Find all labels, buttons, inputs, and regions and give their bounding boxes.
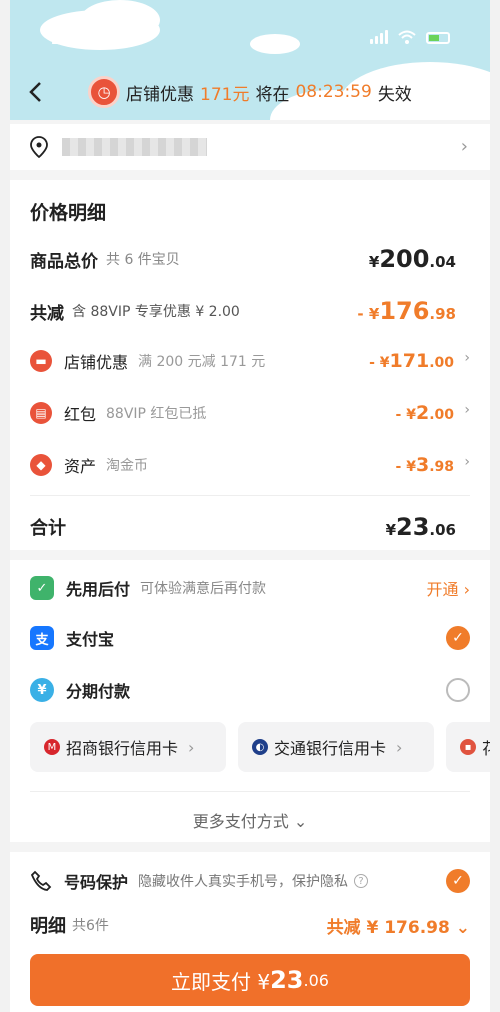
- nav-bar: ◷ 店铺优惠 171元 将在 08:23:59 失效: [10, 76, 490, 112]
- divider: [30, 495, 470, 496]
- radio-button[interactable]: [446, 678, 470, 702]
- payment-method-card: ✓ 先用后付 可体验满意后再付款 开通 › 支 支付宝 ✓ ¥ 分期付款 M 招…: [10, 560, 490, 842]
- bank-option-huabei[interactable]: ▪ 花: [446, 722, 490, 772]
- sum-row: 合计 ¥23.06: [30, 512, 470, 542]
- info-icon[interactable]: ?: [354, 874, 369, 888]
- address-redacted: [62, 138, 207, 156]
- chevron-left-icon: [29, 82, 41, 102]
- pay-later-row[interactable]: ✓ 先用后付 可体验满意后再付款 开通 ›: [30, 572, 470, 604]
- detail-reduce-toggle[interactable]: 共减 ¥ 176.98 ⌄: [327, 913, 470, 938]
- timer-icon: ◷: [88, 76, 120, 108]
- red-packet-icon: ▤: [30, 402, 52, 424]
- asset-tag-icon: ◆: [30, 454, 52, 476]
- reduce-label: 共减: [30, 303, 64, 324]
- bocom-bank-icon: ◐: [252, 739, 268, 755]
- discount-item-shop[interactable]: ▬ 店铺优惠 满 200 元减 171 元 - ¥171.00 ›: [30, 346, 470, 376]
- promo-suffix: 失效: [377, 84, 412, 105]
- detail-row[interactable]: 明细 共6件 共减 ¥ 176.98 ⌄: [30, 910, 470, 940]
- goods-count: 共 6 件宝贝: [106, 252, 180, 268]
- reduce-sub: 含 88VIP 专享优惠 ¥ 2.00: [72, 304, 240, 320]
- price-detail-card: 价格明细 商品总价 共 6 件宝贝 ¥200.04 共减 含 88VIP 专享优…: [10, 180, 490, 550]
- shop-coupon-icon: ▬: [30, 350, 52, 372]
- goods-total-amount: ¥200.04: [368, 245, 456, 273]
- promo-countdown: ◷ 店铺优惠 171元 将在 08:23:59 失效: [88, 76, 412, 108]
- enable-pay-later-link[interactable]: 开通 ›: [427, 576, 471, 600]
- status-bar: 15:50: [10, 20, 490, 50]
- goods-total-label: 商品总价: [30, 251, 98, 272]
- alipay-icon: 支: [30, 626, 54, 650]
- promo-amount: 171元: [200, 84, 250, 105]
- bottom-bar: 号码保护 隐藏收件人真实手机号，保护隐私 ? ✓ 明细 共6件 共减 ¥ 176…: [10, 852, 490, 1012]
- huabei-icon: ▪: [460, 739, 476, 755]
- more-payment-methods[interactable]: 更多支付方式 ⌄: [10, 808, 490, 832]
- sum-label: 合计: [30, 518, 66, 539]
- phone-icon: [30, 870, 52, 891]
- battery-icon: [426, 32, 450, 44]
- goods-total-row: 商品总价 共 6 件宝贝 ¥200.04: [30, 244, 470, 274]
- discount-item-red-packet[interactable]: ▤ 红包 88VIP 红包已抵 - ¥2.00 ›: [30, 398, 470, 428]
- sum-amount: ¥23.06: [385, 513, 456, 541]
- number-protection-row[interactable]: 号码保护 隐藏收件人真实手机号，保护隐私 ? ✓: [30, 866, 470, 896]
- promo-time: 08:23:59: [295, 82, 372, 102]
- alipay-row[interactable]: 支 支付宝 ✓: [30, 622, 470, 654]
- pay-later-icon: ✓: [30, 576, 54, 600]
- location-pin-icon: [30, 136, 48, 158]
- promo-prefix: 店铺优惠: [126, 84, 194, 105]
- pay-now-button[interactable]: 立即支付 ¥23.06: [30, 954, 470, 1006]
- back-button[interactable]: [28, 80, 42, 110]
- installment-row[interactable]: ¥ 分期付款: [30, 674, 470, 706]
- signal-icon: [370, 30, 388, 44]
- total-reduce-row: 共减 含 88VIP 专享优惠 ¥ 2.00 - ¥176.98: [30, 296, 470, 326]
- divider: [30, 791, 470, 792]
- bank-option-bocom[interactable]: ◐ 交通银行信用卡 ›: [238, 722, 434, 772]
- chevron-right-icon: ›: [460, 136, 468, 157]
- installment-icon: ¥: [30, 678, 54, 702]
- promo-mid: 将在: [255, 84, 290, 105]
- chevron-right-icon: ›: [396, 737, 403, 757]
- price-title: 价格明细: [30, 202, 107, 224]
- status-time: 15:50: [50, 28, 108, 49]
- bank-option-cmb[interactable]: M 招商银行信用卡 ›: [30, 722, 226, 772]
- checkmark-icon[interactable]: ✓: [446, 869, 470, 893]
- system-icons: [370, 30, 450, 44]
- checkout-screen: 15:50 ◷ 店铺优惠 171元 将在 08:23:59 失效 › 价格明细 …: [10, 0, 490, 1012]
- chevron-right-icon: ›: [188, 737, 195, 757]
- chevron-right-icon: ›: [464, 350, 470, 366]
- checkmark-icon[interactable]: ✓: [446, 626, 470, 650]
- reduce-amount: - ¥176.98: [357, 297, 456, 325]
- wifi-icon: [398, 30, 416, 44]
- header: 15:50 ◷ 店铺优惠 171元 将在 08:23:59 失效: [10, 0, 490, 120]
- address-row[interactable]: ›: [10, 124, 490, 170]
- chevron-right-icon: ›: [464, 402, 470, 418]
- cmb-bank-icon: M: [44, 739, 60, 755]
- chevron-right-icon: ›: [464, 454, 470, 470]
- discount-item-asset[interactable]: ◆ 资产 淘金币 - ¥3.98 ›: [30, 450, 470, 480]
